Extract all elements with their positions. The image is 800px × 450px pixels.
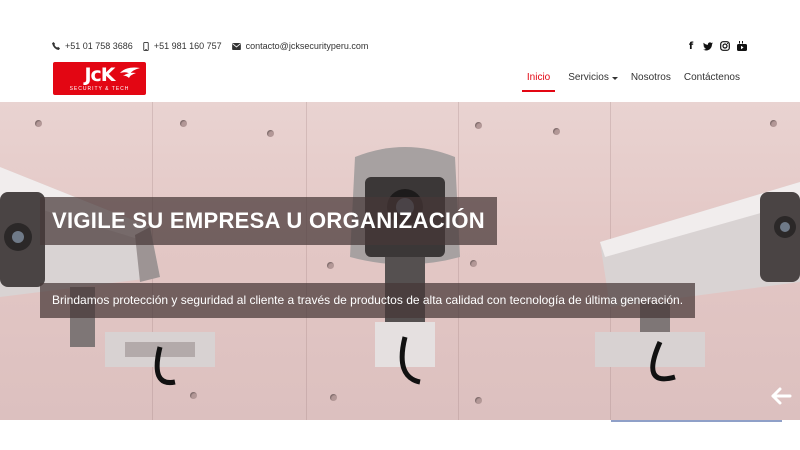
nav-nosotros[interactable]: Nosotros [631, 66, 671, 92]
hero-headline: VIGILE SU EMPRESA U ORGANIZACIÓN [40, 197, 497, 245]
nav-servicios[interactable]: Servicios [568, 66, 618, 92]
youtube-icon[interactable] [736, 40, 748, 52]
logo-subtitle: SECURITY & TECH [69, 86, 130, 92]
nav-inicio-label: Inicio [526, 72, 551, 83]
envelope-icon [231, 42, 241, 50]
hero-subline: Brindamos protección y seguridad al clie… [40, 283, 696, 318]
wall-bolt [267, 130, 274, 137]
slider-prev-arrow-icon[interactable] [770, 385, 792, 407]
nav-inicio[interactable]: Inicio [521, 66, 556, 92]
mobile-icon [143, 41, 149, 51]
site-logo[interactable]: JcK SECURITY & TECH [53, 62, 146, 95]
wall-bolt [475, 122, 482, 129]
wall-bolt [475, 397, 482, 404]
wall-panel-line [306, 102, 307, 420]
security-camera-left [0, 167, 215, 386]
slider-progress-bar [611, 420, 782, 422]
phone-1-text: +51 01 758 3686 [65, 41, 133, 51]
main-nav: Inicio Servicios Nosotros Contáctenos [509, 66, 740, 92]
nav-contactenos[interactable]: Contáctenos [684, 66, 740, 92]
instagram-icon[interactable] [719, 40, 731, 52]
contact-email[interactable]: contacto@jcksecurityperu.com [231, 41, 369, 51]
email-text: contacto@jcksecurityperu.com [245, 41, 369, 51]
wall-bolt [770, 120, 777, 127]
logo-wing-icon [120, 67, 140, 78]
twitter-icon[interactable] [702, 40, 714, 52]
hero-slider: VIGILE SU EMPRESA U ORGANIZACIÓN Brindam… [0, 102, 800, 420]
security-camera-right [595, 182, 800, 382]
nav-servicios-label: Servicios [568, 72, 609, 83]
nav-contactenos-label: Contáctenos [683, 72, 740, 83]
nav-nosotros-label: Nosotros [630, 72, 671, 83]
security-camera-center [350, 147, 460, 385]
contact-phone-2[interactable]: +51 981 160 757 [143, 41, 222, 51]
facebook-icon[interactable]: f [685, 40, 697, 52]
social-links: f [680, 40, 748, 52]
wall-bolt [553, 128, 560, 135]
wall-bolt [35, 120, 42, 127]
contact-phone-1[interactable]: +51 01 758 3686 [52, 41, 133, 51]
wall-bolt [180, 120, 187, 127]
top-contact-bar: +51 01 758 3686 +51 981 160 757 contacto… [52, 38, 748, 54]
caret-down-icon [611, 77, 618, 80]
phone-icon [52, 42, 60, 50]
phone-2-text: +51 981 160 757 [153, 41, 222, 51]
